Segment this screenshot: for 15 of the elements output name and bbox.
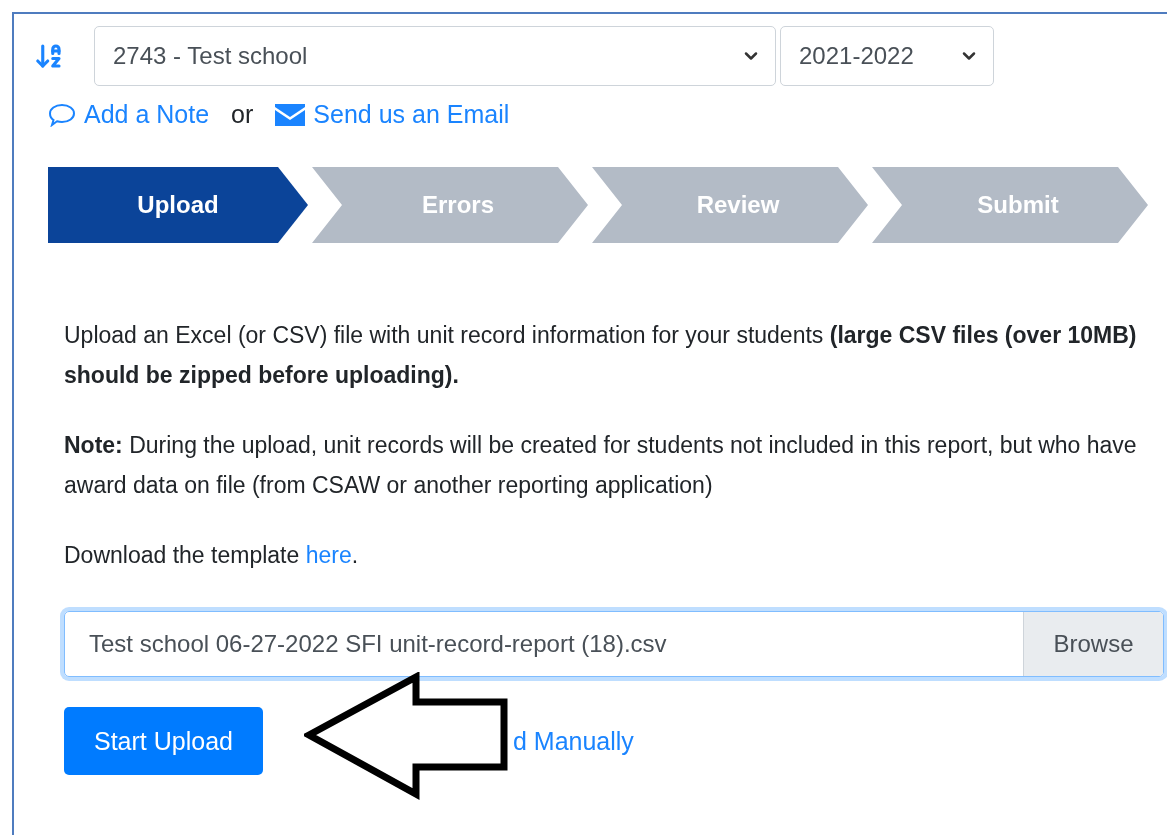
or-text: or <box>231 100 254 129</box>
start-upload-button[interactable]: Start Upload <box>64 707 263 775</box>
year-select[interactable]: 2021-2022 <box>780 26 994 86</box>
note-paragraph: Note: During the upload, unit records will be created for students not included in this report, but who have award data on file (from CSAW or another reporting application) <box>64 431 1138 500</box>
school-select[interactable]: 2743 - Test school <box>94 26 776 86</box>
speech-bubble-icon <box>48 102 76 127</box>
intro-paragraph: Upload an Excel (or CSV) file with unit record information for your students (large CSV files (over 10MB) should be zipped before uploading). <box>64 321 1138 390</box>
manual-link[interactable]: d Manually <box>512 721 634 761</box>
add-note-link[interactable]: Add a Note <box>84 100 210 129</box>
template-sentence: Download the template here. <box>64 541 360 570</box>
send-email-link[interactable]: Send us an Email <box>313 100 510 129</box>
browse-button[interactable]: Browse <box>1023 612 1163 676</box>
envelope-icon <box>275 103 306 126</box>
template-link[interactable]: here <box>305 542 352 568</box>
step-tab[interactable]: Upload <box>48 167 308 243</box>
